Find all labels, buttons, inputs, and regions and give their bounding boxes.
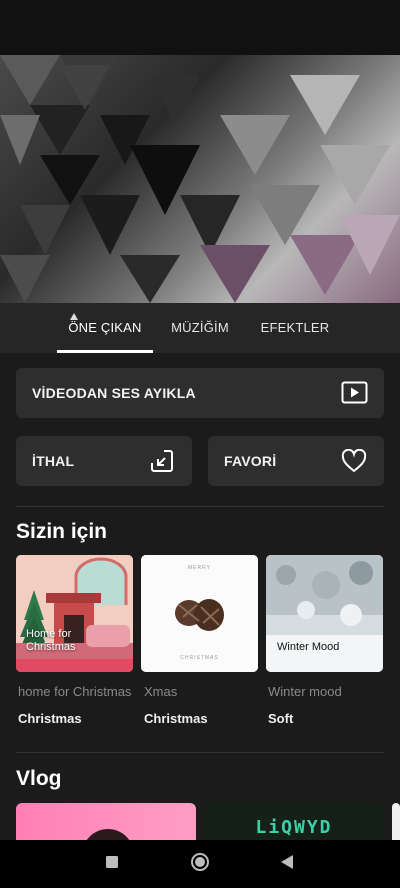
hero-banner[interactable] — [0, 55, 400, 303]
extract-audio-label: VİDEODAN SES AYIKLA — [32, 385, 196, 401]
caret-up-icon — [70, 313, 78, 320]
home-button[interactable] — [180, 840, 220, 888]
card-genre-tag: Christmas — [144, 711, 208, 726]
favorites-button[interactable]: FAVORİ — [208, 436, 384, 486]
extract-audio-button[interactable]: VİDEODAN SES AYIKLA — [16, 368, 384, 418]
heart-icon — [341, 448, 367, 478]
status-bar — [0, 0, 400, 55]
card-cover-art — [266, 555, 383, 672]
playlist-card-winter-mood[interactable]: Winter Mood — [266, 555, 383, 672]
back-button[interactable] — [267, 840, 307, 888]
for-you-heading: Sizin için — [16, 520, 108, 543]
card-cover-title-top: MERRY — [188, 565, 211, 571]
square-icon — [106, 855, 118, 873]
tab-effects[interactable]: EFEKTLER — [255, 303, 335, 353]
playlist-card-home-for-christmas[interactable]: Home for Christmas — [16, 555, 133, 672]
favorites-label: FAVORİ — [224, 453, 277, 469]
section-divider — [16, 506, 384, 507]
vlog-card-liqwyd[interactable]: LiQWYD — [204, 803, 384, 843]
hero-image — [0, 55, 400, 303]
active-tab-indicator — [57, 350, 153, 353]
import-button[interactable]: İTHAL — [16, 436, 192, 486]
tab-featured[interactable]: ÖNE ÇIKAN — [57, 303, 153, 353]
card-subtitle: Xmas — [144, 684, 178, 699]
card-cover-title: Winter Mood — [277, 641, 340, 653]
import-arrow-icon — [150, 449, 174, 478]
tab-my-music[interactable]: MÜZİĞİM — [163, 303, 237, 353]
card-cover-title-bottom: CHRISTMAS — [180, 655, 219, 661]
vlog-card[interactable] — [16, 803, 196, 843]
play-box-icon — [341, 381, 368, 409]
card-cover-art — [16, 555, 133, 672]
playlist-card-xmas[interactable]: MERRY CHRISTMAS — [141, 555, 258, 672]
section-divider — [16, 752, 384, 753]
system-nav-bar — [0, 840, 400, 888]
back-triangle-icon — [280, 854, 294, 874]
card-cover-title: Home for Christmas — [26, 628, 76, 653]
vlog-card[interactable] — [392, 803, 400, 843]
card-subtitle: Winter mood — [268, 684, 342, 699]
tab-bar: ÖNE ÇIKAN MÜZİĞİM EFEKTLER — [0, 303, 400, 353]
import-label: İTHAL — [32, 453, 75, 469]
circle-icon — [190, 852, 210, 877]
card-subtitle: home for Christmas — [18, 684, 132, 699]
card-genre-tag: Soft — [268, 711, 294, 726]
card-cover-title: LiQWYD — [255, 817, 333, 838]
recents-button[interactable] — [92, 840, 132, 888]
vlog-heading: Vlog — [16, 767, 62, 790]
card-genre-tag: Christmas — [18, 711, 82, 726]
